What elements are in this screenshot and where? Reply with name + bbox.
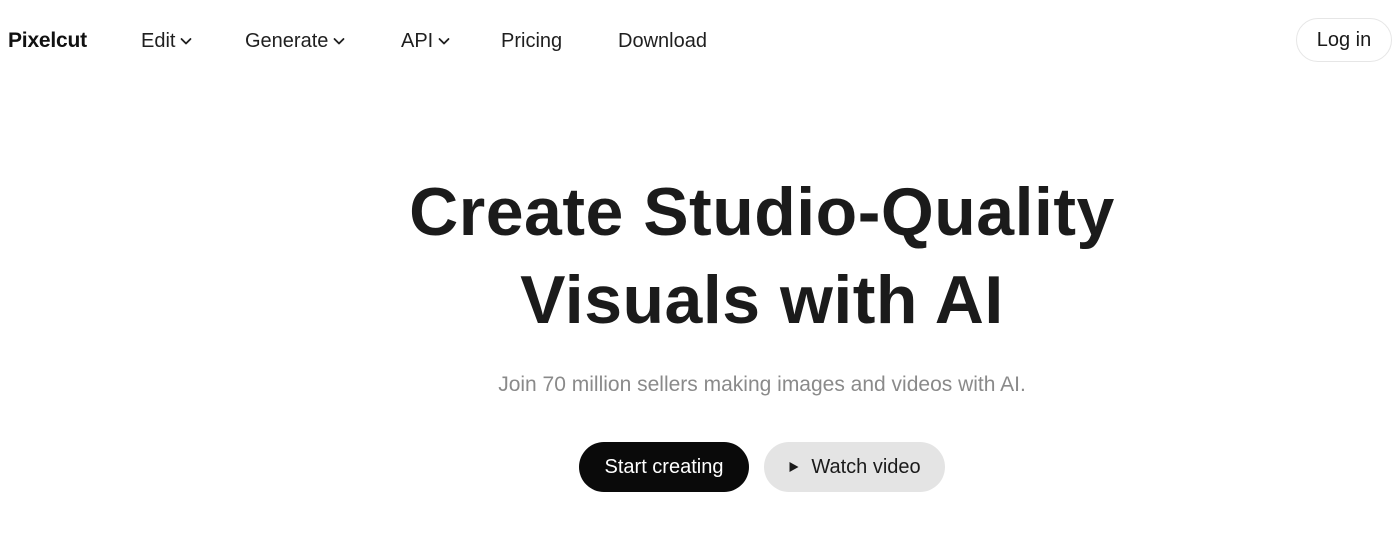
hero-subtitle: Join 70 million sellers making images an… bbox=[498, 373, 1026, 396]
watch-video-button[interactable]: Watch video bbox=[764, 442, 945, 492]
hero-title: Create Studio-Quality Visuals with AI bbox=[262, 168, 1262, 344]
nav-item-label: API bbox=[401, 30, 434, 52]
logo[interactable]: Pixelcut bbox=[8, 28, 87, 54]
chevron-down-icon bbox=[332, 34, 346, 48]
nav-item-api[interactable]: API bbox=[401, 28, 451, 54]
page: Pixelcut Edit Generate API Pricing Downl… bbox=[0, 0, 1400, 546]
chevron-down-icon bbox=[437, 34, 451, 48]
nav-item-label: Download bbox=[618, 30, 707, 52]
hero-title-line-2: Visuals with AI bbox=[520, 262, 1004, 338]
nav-item-pricing[interactable]: Pricing bbox=[501, 28, 562, 54]
login-button[interactable]: Log in bbox=[1296, 18, 1392, 62]
hero-title-line-1: Create Studio-Quality bbox=[409, 174, 1115, 250]
nav-item-label: Generate bbox=[245, 30, 329, 52]
nav-item-edit[interactable]: Edit bbox=[141, 28, 193, 54]
nav-item-label: Pricing bbox=[501, 30, 563, 52]
play-icon bbox=[788, 461, 800, 473]
nav-item-label: Edit bbox=[141, 30, 176, 52]
top-nav: Pixelcut Edit Generate API Pricing Downl… bbox=[0, 0, 1400, 82]
watch-video-label: Watch video bbox=[811, 456, 921, 478]
nav-item-download[interactable]: Download bbox=[618, 28, 707, 54]
chevron-down-icon bbox=[179, 34, 193, 48]
start-creating-button[interactable]: Start creating bbox=[579, 442, 749, 492]
nav-item-generate[interactable]: Generate bbox=[245, 28, 346, 54]
